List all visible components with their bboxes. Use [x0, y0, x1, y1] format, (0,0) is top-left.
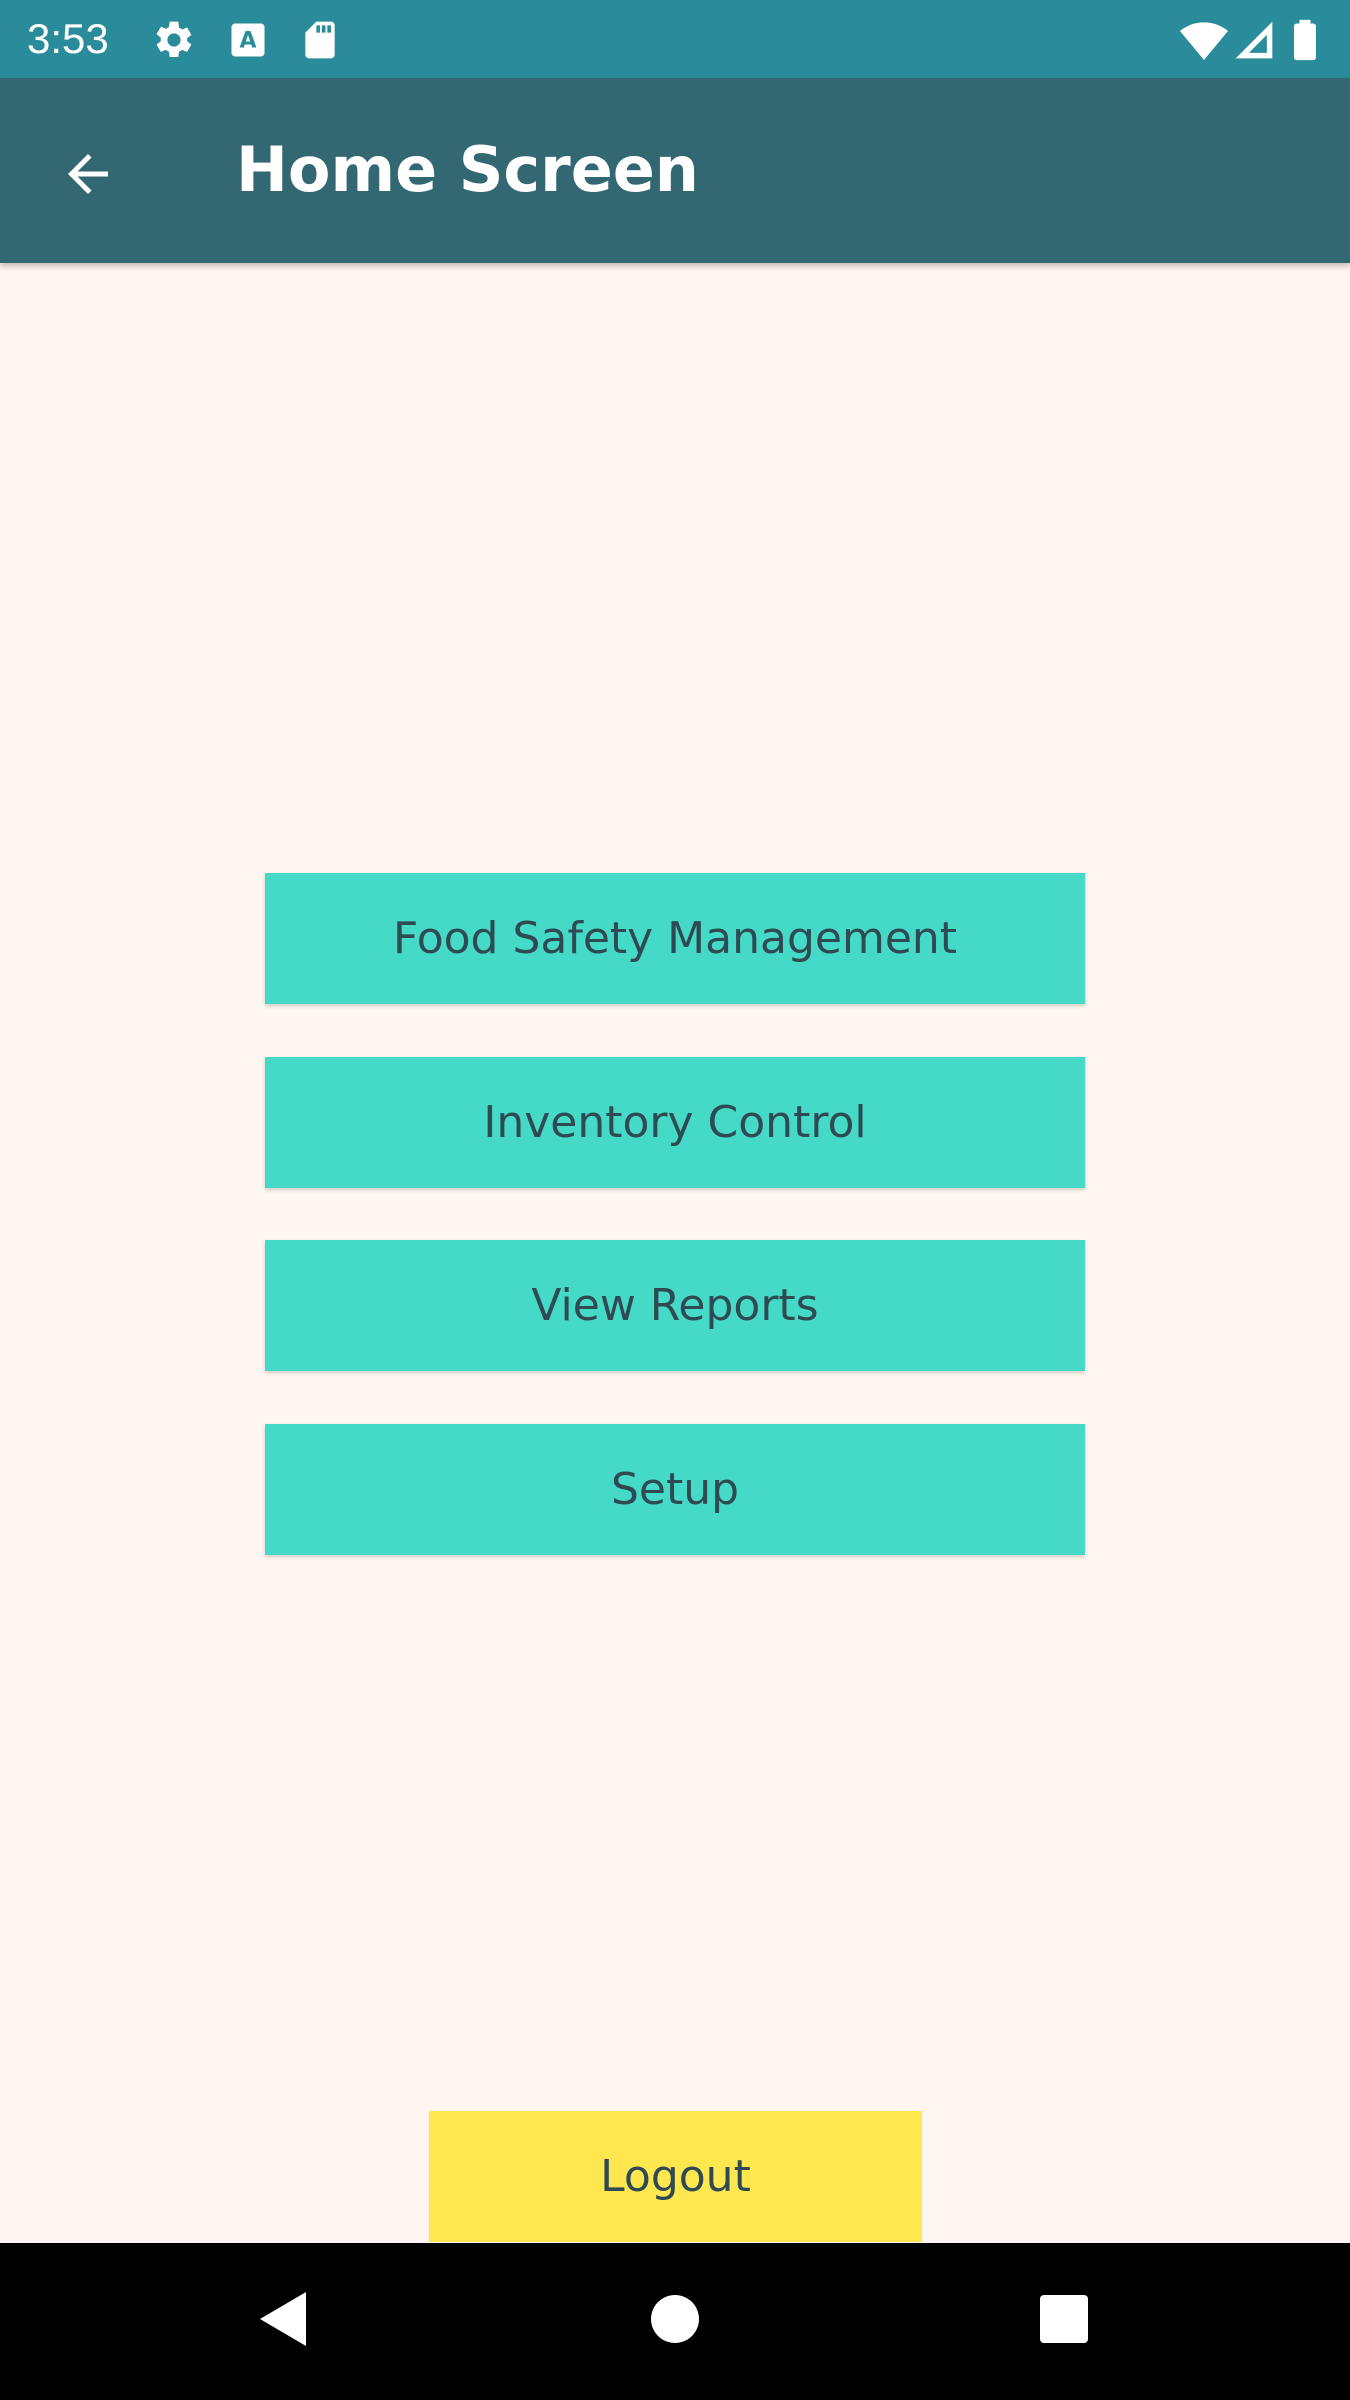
arrow-back-icon	[58, 144, 118, 208]
system-nav-bar	[0, 2243, 1350, 2400]
nav-recents-button[interactable]	[1004, 2261, 1124, 2381]
food-safety-management-button[interactable]: Food Safety Management	[265, 873, 1085, 1004]
recents-square-icon	[1039, 2294, 1089, 2348]
nav-back-button[interactable]	[222, 2261, 342, 2381]
wifi-icon	[1180, 18, 1228, 62]
page-title: Home Screen	[236, 133, 699, 206]
nav-home-button[interactable]	[615, 2261, 735, 2381]
app-bar: Home Screen	[0, 78, 1350, 263]
a-badge-icon: A	[226, 18, 270, 62]
logout-button[interactable]: Logout	[429, 2111, 922, 2242]
inventory-control-button[interactable]: Inventory Control	[265, 1057, 1085, 1188]
home-circle-icon	[650, 2294, 700, 2348]
back-button[interactable]	[40, 128, 136, 224]
setup-button[interactable]: Setup	[265, 1424, 1085, 1555]
settings-icon	[152, 18, 196, 62]
back-triangle-icon	[256, 2290, 308, 2352]
signal-icon	[1232, 18, 1276, 62]
view-reports-button[interactable]: View Reports	[265, 1240, 1085, 1371]
sd-card-icon	[298, 18, 342, 62]
status-time: 3:53	[27, 15, 109, 62]
status-bar: 3:53 A	[0, 0, 1350, 78]
battery-icon	[1290, 18, 1334, 62]
svg-text:A: A	[239, 28, 256, 53]
